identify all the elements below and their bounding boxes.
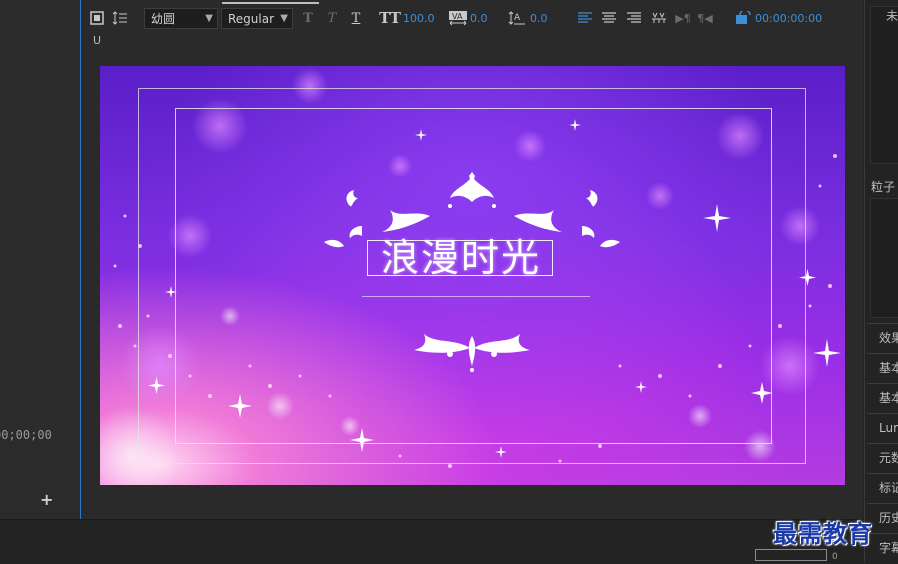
font-size-value[interactable]: 100.0 bbox=[403, 12, 435, 25]
ltr-icon[interactable]: ▶¶ bbox=[675, 10, 691, 26]
chevron-down-icon: ▼ bbox=[205, 13, 213, 24]
panel-tab-effects[interactable]: 效果 bbox=[867, 323, 898, 351]
right-top-label: 未 bbox=[886, 9, 898, 23]
title-text[interactable]: 浪漫时光 bbox=[366, 236, 556, 280]
particle-label: 粒子 bbox=[871, 180, 896, 194]
svg-text:VA: VA bbox=[452, 12, 463, 21]
right-mid-box bbox=[870, 198, 898, 318]
font-style-value: Regular bbox=[228, 11, 275, 26]
divider-line bbox=[362, 296, 590, 297]
italic-icon[interactable]: T bbox=[324, 10, 340, 26]
background-video-timecode-icon[interactable] bbox=[735, 10, 751, 26]
tracking-icon: VA bbox=[448, 10, 468, 26]
secondary-toolbar-label: U bbox=[93, 34, 102, 47]
font-size-icon: TT bbox=[379, 9, 401, 27]
bold-icon[interactable]: T bbox=[300, 10, 316, 26]
line-spacing-icon[interactable] bbox=[112, 10, 128, 26]
title-toolbar: 幼圆 ▼ Regular ▼ T T T TT 100.0 VA 0.0 A 0… bbox=[81, 0, 863, 36]
font-family-dropdown[interactable]: 幼圆 ▼ bbox=[144, 8, 218, 29]
left-panel: 00;00;00 + bbox=[0, 0, 81, 519]
panel-tab-markers[interactable]: 标记 bbox=[867, 473, 898, 501]
align-right-icon[interactable] bbox=[626, 10, 642, 26]
tab-stops-icon[interactable] bbox=[651, 10, 667, 26]
underline-icon[interactable]: T bbox=[348, 10, 364, 26]
panel-tab-lumetri[interactable]: Lum bbox=[867, 413, 898, 441]
right-top-box: 未 bbox=[870, 6, 898, 164]
tracking-value[interactable]: 0.0 bbox=[470, 12, 488, 25]
panel-tab-basic[interactable]: 基本 bbox=[867, 353, 898, 381]
title-editor-panel: 幼圆 ▼ Regular ▼ T T T TT 100.0 VA 0.0 A 0… bbox=[81, 0, 863, 519]
font-style-dropdown[interactable]: Regular ▼ bbox=[221, 8, 293, 29]
audio-meter-label: 0 bbox=[832, 552, 838, 562]
title-preview-canvas[interactable]: 浪漫时光 bbox=[100, 66, 845, 485]
svg-text:A: A bbox=[514, 13, 521, 23]
left-timecode: 00;00;00 bbox=[0, 428, 52, 442]
align-center-icon[interactable] bbox=[601, 10, 617, 26]
bottom-bar bbox=[0, 519, 864, 564]
timecode-value[interactable]: 00:00:00:00 bbox=[755, 12, 822, 25]
align-left-icon[interactable] bbox=[577, 10, 593, 26]
chevron-down-icon: ▼ bbox=[280, 13, 288, 24]
baseline-shift-icon: A bbox=[508, 10, 526, 26]
font-family-value: 幼圆 bbox=[151, 12, 176, 26]
watermark: 最需教育 bbox=[773, 519, 873, 548]
rtl-icon[interactable]: ¶◀ bbox=[697, 10, 713, 26]
panel-tab-basic-2[interactable]: 基本 bbox=[867, 383, 898, 411]
right-panel: 未 粒子 效果 基本 基本 Lum 元数 标记 历史 字幕 bbox=[864, 0, 898, 563]
panel-tab-metadata[interactable]: 元数 bbox=[867, 443, 898, 471]
audio-meter bbox=[755, 549, 827, 561]
baseline-shift-value[interactable]: 0.0 bbox=[530, 12, 548, 25]
add-button[interactable]: + bbox=[40, 490, 53, 509]
film-frame-icon[interactable] bbox=[89, 10, 105, 26]
